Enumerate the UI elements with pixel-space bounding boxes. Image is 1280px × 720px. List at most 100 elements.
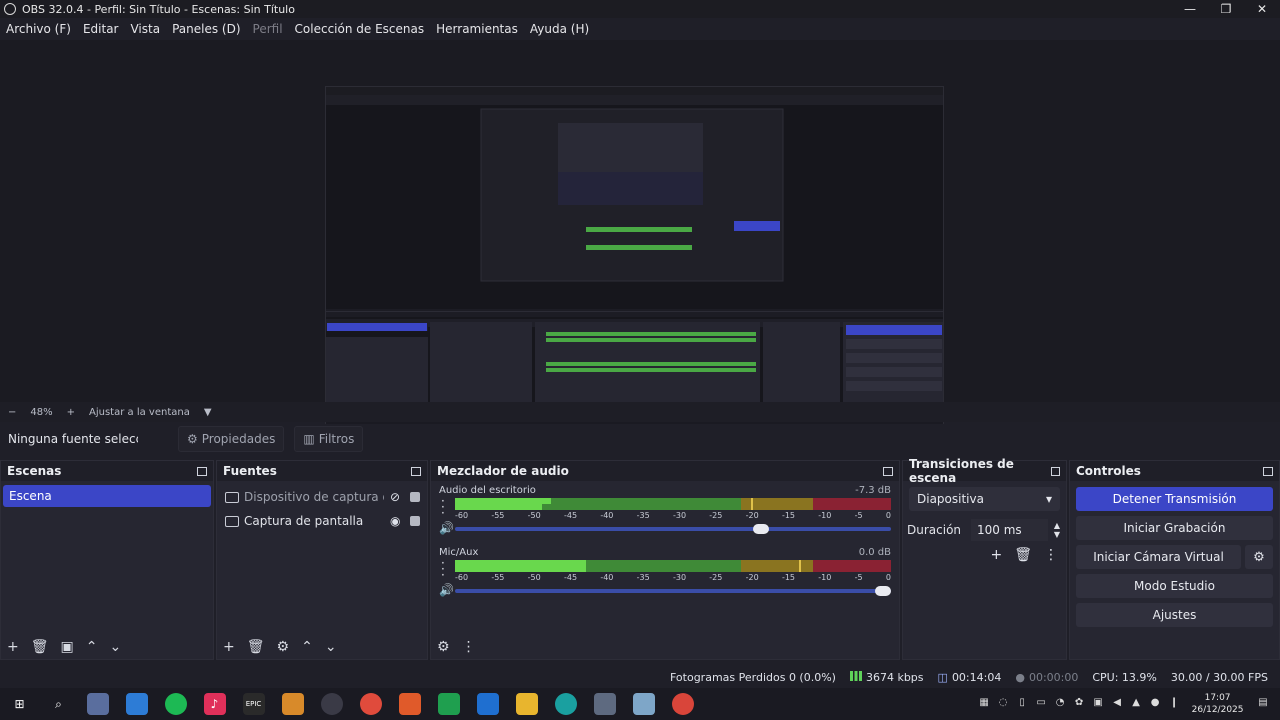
notifications-icon[interactable]: ▤ bbox=[1256, 697, 1270, 711]
lock-icon[interactable] bbox=[410, 492, 420, 502]
properties-button[interactable]: ⚙ Propiedades bbox=[178, 426, 285, 452]
channel-menu-icon[interactable]: · · · bbox=[441, 495, 445, 519]
source-item[interactable]: Dispositivo de captura de video ⊘ bbox=[217, 485, 427, 509]
add-scene-icon[interactable]: + bbox=[7, 639, 19, 655]
zoom-in-button[interactable]: + bbox=[67, 407, 75, 418]
transitions-toolbar: + 🗑 ⋮ bbox=[903, 547, 1058, 563]
filters-button[interactable]: ▥ Filtros bbox=[294, 426, 364, 452]
move-down-icon[interactable]: ⌄ bbox=[325, 639, 337, 655]
source-item[interactable]: Captura de pantalla ◉ bbox=[217, 509, 427, 533]
start-icon[interactable]: ⊞ bbox=[9, 693, 31, 715]
spotify-icon[interactable] bbox=[164, 693, 187, 715]
undock-icon[interactable] bbox=[197, 466, 207, 476]
folder-icon[interactable] bbox=[515, 693, 538, 715]
scene-item[interactable]: Escena bbox=[3, 485, 211, 507]
menu-editar[interactable]: Editar bbox=[83, 22, 119, 36]
app-icon[interactable] bbox=[476, 693, 499, 715]
menu-paneles[interactable]: Paneles (D) bbox=[172, 22, 240, 36]
fit-window-label[interactable]: Ajustar a la ventana bbox=[89, 407, 190, 418]
add-source-icon[interactable]: + bbox=[223, 639, 235, 655]
tray-icon[interactable]: ▣ bbox=[1091, 697, 1105, 711]
menu-perfil[interactable]: Perfil bbox=[253, 22, 283, 36]
menu-archivo[interactable]: Archivo (F) bbox=[6, 22, 71, 36]
add-transition-icon[interactable]: + bbox=[990, 547, 1002, 563]
chrome-icon[interactable] bbox=[359, 693, 382, 715]
obs-icon[interactable] bbox=[320, 693, 343, 715]
stop-streaming-button[interactable]: Detener Transmisión bbox=[1076, 487, 1273, 511]
menu-herramientas[interactable]: Herramientas bbox=[436, 22, 518, 36]
move-up-icon[interactable]: ⌃ bbox=[301, 639, 313, 655]
move-down-icon[interactable]: ⌄ bbox=[109, 639, 121, 655]
transition-select[interactable]: Diapositiva ▾ bbox=[909, 487, 1060, 511]
close-button[interactable]: ✕ bbox=[1244, 0, 1280, 18]
volume-slider-handle[interactable] bbox=[752, 524, 769, 534]
move-up-icon[interactable]: ⌃ bbox=[86, 639, 98, 655]
network-icon[interactable]: ◔ bbox=[1053, 697, 1067, 711]
volume-slider[interactable] bbox=[455, 524, 891, 534]
eye-icon[interactable]: ◉ bbox=[390, 514, 404, 528]
preview-area[interactable] bbox=[0, 40, 1280, 438]
tray-icon[interactable]: ▦ bbox=[977, 697, 991, 711]
app-icon[interactable] bbox=[281, 693, 304, 715]
music-icon[interactable]: ♪ bbox=[203, 693, 226, 715]
rec-time-status: ● 00:00:00 bbox=[1015, 671, 1078, 684]
undock-icon[interactable] bbox=[1263, 466, 1273, 476]
tray-icon[interactable]: ▭ bbox=[1034, 697, 1048, 711]
speaker-icon[interactable]: 🔊 bbox=[439, 583, 454, 597]
zoom-value: 48% bbox=[30, 406, 53, 418]
maximize-button[interactable]: ❐ bbox=[1208, 0, 1244, 18]
calculator-icon[interactable] bbox=[593, 693, 616, 715]
transition-menu-icon[interactable]: ⋮ bbox=[1044, 547, 1058, 563]
zoom-dropdown-icon[interactable]: ▼ bbox=[204, 407, 212, 418]
remove-transition-icon[interactable]: 🗑 bbox=[1014, 547, 1032, 563]
channel-menu-icon[interactable]: · · · bbox=[441, 557, 445, 581]
menu-coleccion-escenas[interactable]: Colección de Escenas bbox=[295, 22, 425, 36]
duration-input[interactable]: 100 ms bbox=[971, 519, 1048, 541]
duration-spinner-icon[interactable]: ▲ ▼ bbox=[1054, 521, 1060, 539]
studio-mode-button[interactable]: Modo Estudio bbox=[1076, 574, 1273, 598]
advanced-audio-icon[interactable]: ⚙ bbox=[437, 639, 450, 655]
window-title: OBS 32.0.4 - Perfil: Sin Título - Escena… bbox=[22, 2, 295, 16]
eye-hidden-icon[interactable]: ⊘ bbox=[390, 490, 404, 504]
search-icon[interactable]: ⌕ bbox=[48, 693, 70, 715]
app-icon[interactable] bbox=[86, 693, 109, 715]
settings-button[interactable]: Ajustes bbox=[1076, 603, 1273, 627]
epic-games-icon[interactable]: EPIC bbox=[242, 693, 265, 715]
virtual-camera-settings-icon[interactable]: ⚙ bbox=[1245, 545, 1273, 569]
preview-canvas[interactable] bbox=[325, 86, 944, 438]
remove-scene-icon[interactable]: 🗑 bbox=[31, 639, 49, 655]
zoom-out-button[interactable]: − bbox=[8, 407, 16, 418]
controls-title: Controles bbox=[1076, 464, 1141, 478]
source-properties-icon[interactable]: ⚙ bbox=[277, 639, 290, 655]
minimize-button[interactable]: — bbox=[1172, 0, 1208, 18]
menu-vista[interactable]: Vista bbox=[130, 22, 160, 36]
clock[interactable]: 17:07 26/12/2025 bbox=[1192, 692, 1244, 716]
edge-icon[interactable] bbox=[554, 693, 577, 715]
volume-slider[interactable] bbox=[455, 586, 891, 596]
excel-icon[interactable] bbox=[437, 693, 460, 715]
tray-icon[interactable]: ▯ bbox=[1015, 697, 1029, 711]
volume-icon[interactable]: ◀ bbox=[1110, 697, 1124, 711]
undock-icon[interactable] bbox=[411, 466, 421, 476]
app-icon[interactable] bbox=[398, 693, 421, 715]
volume-slider-handle[interactable] bbox=[875, 586, 891, 596]
chrome-icon[interactable] bbox=[671, 693, 694, 715]
menu-ayuda[interactable]: Ayuda (H) bbox=[530, 22, 589, 36]
undock-icon[interactable] bbox=[883, 466, 893, 476]
cpu-usage: CPU: 13.9% bbox=[1092, 670, 1157, 684]
app-icon[interactable] bbox=[125, 693, 148, 715]
mixer-menu-icon[interactable]: ⋮ bbox=[462, 639, 476, 655]
tray-icon[interactable]: ✿ bbox=[1072, 697, 1086, 711]
start-recording-button[interactable]: Iniciar Grabación bbox=[1076, 516, 1273, 540]
remove-source-icon[interactable]: 🗑 bbox=[247, 639, 265, 655]
microphone-icon[interactable]: ❙ bbox=[1167, 697, 1181, 711]
speaker-icon[interactable]: 🔊 bbox=[439, 521, 454, 535]
app-icon[interactable] bbox=[632, 693, 655, 715]
start-virtual-camera-button[interactable]: Iniciar Cámara Virtual bbox=[1076, 545, 1241, 569]
tray-icon[interactable]: ● bbox=[1148, 697, 1162, 711]
tray-icon[interactable]: ▲ bbox=[1129, 697, 1143, 711]
lock-icon[interactable] bbox=[410, 516, 420, 526]
scene-filters-icon[interactable]: ▣ bbox=[61, 639, 74, 655]
undock-icon[interactable] bbox=[1050, 466, 1060, 476]
tray-icon[interactable]: ◌ bbox=[996, 697, 1010, 711]
